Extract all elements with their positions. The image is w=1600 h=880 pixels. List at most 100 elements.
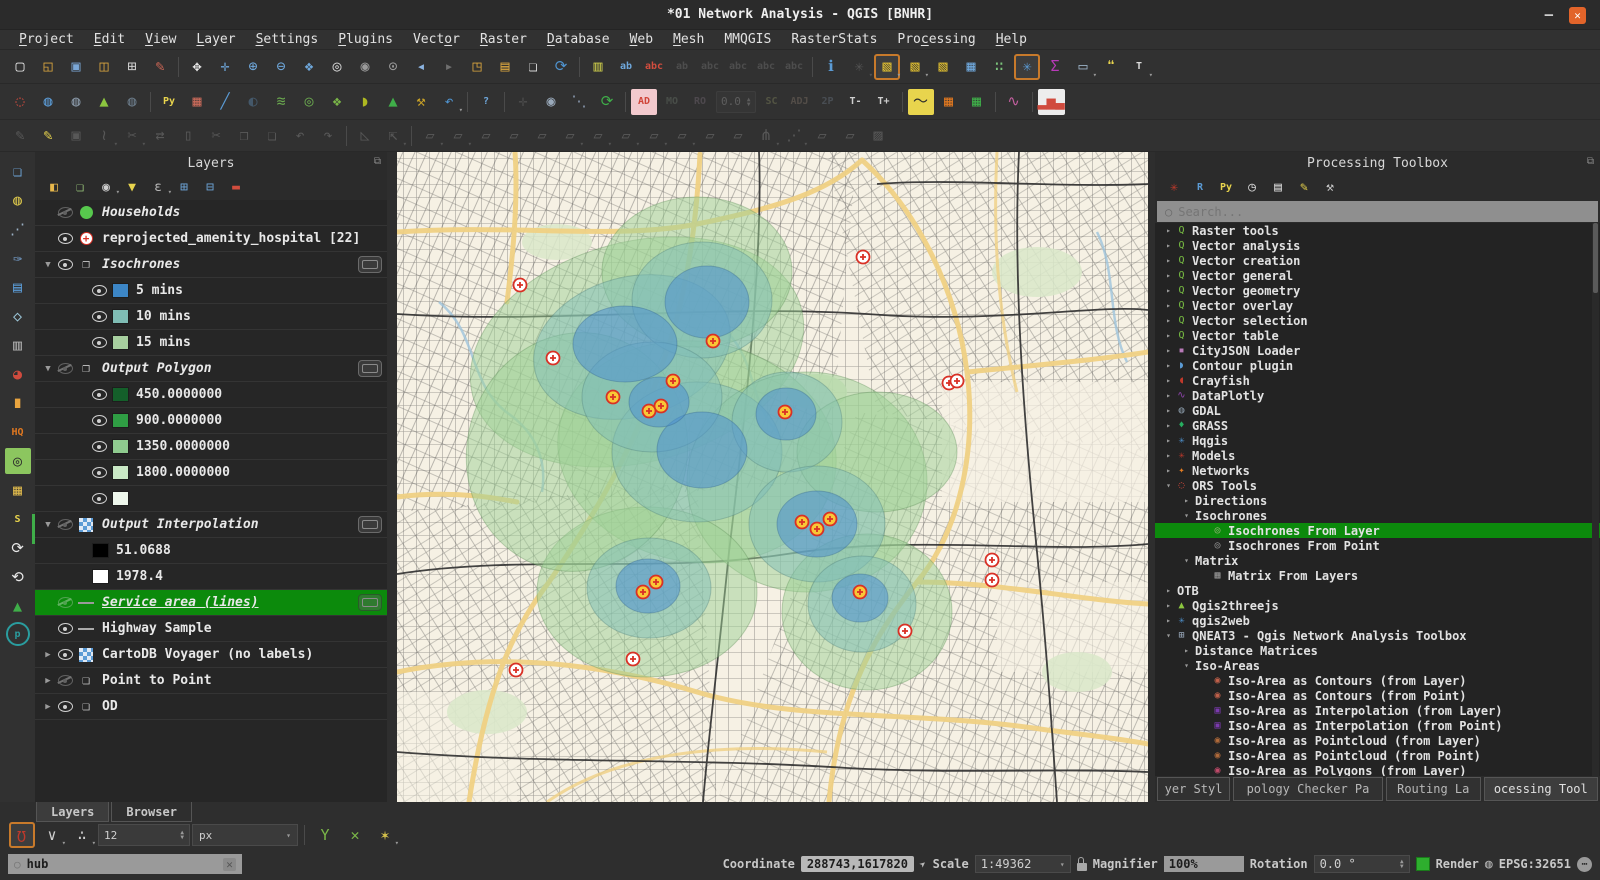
expand-arrow-icon[interactable]: ▸ <box>1163 586 1174 595</box>
gdrive-add-icon[interactable]: ▲ <box>5 593 31 619</box>
qgis2threejs-button[interactable]: ▲ <box>91 89 117 115</box>
ors-route-button[interactable]: 〜 <box>908 89 934 115</box>
select-by-expression-button[interactable]: ▧▾ <box>902 54 928 80</box>
delete-selected-button[interactable]: ▯ <box>175 123 201 149</box>
layer-row-51-0688[interactable]: 51.0688 <box>35 538 387 564</box>
toolbox-item-vector-creation[interactable]: ▸QVector creation <box>1155 253 1600 268</box>
cut-features-button[interactable]: ✂ <box>203 123 229 149</box>
options-wrench-icon[interactable]: ⚒ <box>1318 176 1342 198</box>
expand-all-icon[interactable]: ⊞ <box>172 176 196 198</box>
visibility-toggle[interactable] <box>55 233 75 244</box>
layer-row-cartodb-voyager-no-labels-[interactable]: ▶CartoDB Voyager (no labels) <box>35 642 387 668</box>
zoom-next-button[interactable]: ▸ <box>436 54 462 80</box>
db-manager-icon[interactable]: ▥ <box>5 332 31 358</box>
visibility-toggle[interactable] <box>89 337 109 348</box>
add-table-button[interactable]: ▦ <box>964 89 990 115</box>
osm-place-search-icon[interactable]: ◎ <box>5 448 31 474</box>
label-abc-button[interactable]: abc <box>641 54 667 80</box>
data-source-manager-icon[interactable]: ❏ <box>5 158 31 184</box>
expand-arrow-icon[interactable]: ▶ <box>41 650 55 660</box>
mode-MO-button[interactable]: MO <box>659 89 685 115</box>
expand-arrow-icon[interactable]: ▸ <box>1163 616 1174 625</box>
layer-row-1800-0000000[interactable]: 1800.0000000 <box>35 460 387 486</box>
mini-chart-icon[interactable]: ∎ <box>5 390 31 416</box>
history-icon[interactable]: ◷ <box>1240 176 1264 198</box>
self-snapping-button[interactable]: ✶▾ <box>372 822 398 848</box>
new-bookmark-button[interactable]: ◳ <box>464 54 490 80</box>
magnifier-spinner[interactable]: 100%▲▼ <box>1164 856 1244 872</box>
toolbox-item-models[interactable]: ▸✳Models <box>1155 448 1600 463</box>
toolbox-item-raster-tools[interactable]: ▸QRaster tools <box>1155 223 1600 238</box>
scale-combo[interactable]: 1:49362▾ <box>975 855 1071 873</box>
expand-arrow-icon[interactable]: ▸ <box>1163 331 1174 340</box>
expand-arrow-icon[interactable]: ▸ <box>1163 406 1174 415</box>
simplify-feature-button[interactable]: ▱▾ <box>641 123 667 149</box>
fill-ring-button[interactable]: ▱ <box>473 123 499 149</box>
expand-arrow-icon[interactable]: ▸ <box>1163 271 1174 280</box>
visibility-toggle[interactable] <box>55 363 75 374</box>
build-tool-button[interactable]: ⚒ <box>408 89 434 115</box>
visibility-toggle[interactable] <box>89 285 109 296</box>
osm-place-search-button[interactable]: ◎ <box>296 89 322 115</box>
toolbox-item-gdal[interactable]: ▸◍GDAL <box>1155 403 1600 418</box>
toolbox-item-dataplotly[interactable]: ▸∿DataPlotly <box>1155 388 1600 403</box>
menu-settings[interactable]: Settings <box>247 32 328 47</box>
toolbox-item-iso-area-as-polygons-from-layer-[interactable]: ◉Iso-Area as Polygons (from Layer) <box>1155 763 1600 776</box>
toolbox-item-isochrones[interactable]: ▾Isochrones <box>1155 508 1600 523</box>
layer-row-reprojected-amenity-hospital-22-[interactable]: +reprojected_amenity_hospital [22] <box>35 226 387 252</box>
angle-spin-spinner[interactable]: 0.0▲▼ <box>716 91 756 113</box>
vector-tools-icon[interactable]: ⋰ <box>5 216 31 242</box>
layer-row-households[interactable]: Households <box>35 200 387 226</box>
visibility-toggle[interactable] <box>89 311 109 322</box>
visibility-toggle[interactable] <box>55 675 75 686</box>
rotate-feature-button[interactable]: ▱▾ <box>613 123 639 149</box>
toolbox-item-vector-selection[interactable]: ▸QVector selection <box>1155 313 1600 328</box>
gps-tool-button[interactable]: ◉ <box>538 89 564 115</box>
expand-arrow-icon[interactable]: ▼ <box>41 364 55 374</box>
label-pin-button[interactable]: abc <box>697 54 723 80</box>
crs-value[interactable]: EPSG:32651 <box>1499 857 1571 871</box>
layer-row-450-0000000[interactable]: 450.0000000 <box>35 382 387 408</box>
run-feature-action-button[interactable]: ✳▾ <box>846 54 872 80</box>
expand-arrow-icon[interactable]: ▶ <box>41 702 55 712</box>
zoom-to-layer-button[interactable]: ◉ <box>352 54 378 80</box>
offset-point-symbols-button[interactable]: ▱ <box>837 123 863 149</box>
remove-layer-icon[interactable]: ▬ <box>224 176 248 198</box>
rotation-spinner[interactable]: 0.0 °▲▼ <box>1314 855 1410 873</box>
redo-button[interactable]: ↷ <box>315 123 341 149</box>
edit-in-place-icon[interactable]: ✎ <box>1292 176 1316 198</box>
toggle-editing-button[interactable]: ✎ <box>35 123 61 149</box>
legend-filter-badge[interactable] <box>358 256 382 273</box>
undock-icon[interactable]: ⧉ <box>374 156 381 167</box>
expand-arrow-icon[interactable]: ▸ <box>1163 316 1174 325</box>
offset-curve-button[interactable]: ▱ <box>725 123 751 149</box>
layer-row-1350-0000000[interactable]: 1350.0000000 <box>35 434 387 460</box>
toolbox-item-vector-general[interactable]: ▸QVector general <box>1155 268 1600 283</box>
mode-ADJ-button[interactable]: ADJ <box>787 89 813 115</box>
statistics-button[interactable]: ∷ <box>986 54 1012 80</box>
open-layer-styling-icon[interactable]: ◧ <box>42 176 66 198</box>
hqgis-icon[interactable]: HQ <box>5 419 31 445</box>
pan-map-button[interactable]: ✥ <box>184 54 210 80</box>
mesh-layer-icon[interactable]: ▤ <box>5 274 31 300</box>
deselect-features-button[interactable]: ▧ <box>930 54 956 80</box>
menu-rasterstats[interactable]: RasterStats <box>782 32 886 47</box>
processing-toolbox-button[interactable]: ✳ <box>1014 54 1040 80</box>
mode-SC-button[interactable]: SC <box>759 89 785 115</box>
expand-arrow-icon[interactable]: ▸ <box>1163 346 1174 355</box>
merge-attributes-button[interactable]: ▱▾ <box>585 123 611 149</box>
menu-mmqgis[interactable]: MMQGIS <box>715 32 780 47</box>
metasearch-button[interactable]: ◍ <box>63 89 89 115</box>
contour-plugin-button[interactable]: ◗ <box>352 89 378 115</box>
label-highlight-button[interactable]: ab <box>669 54 695 80</box>
merge-features-button[interactable]: ▱▾ <box>557 123 583 149</box>
menu-web[interactable]: Web <box>621 32 662 47</box>
topological-editing-button[interactable]: Y <box>312 822 338 848</box>
add-web-service-button[interactable]: ◍ <box>35 89 61 115</box>
expand-arrow-icon[interactable]: ▸ <box>1163 451 1174 460</box>
histogram-tool-button[interactable]: ▂▅▃ <box>1038 89 1065 115</box>
locator-search[interactable]: ○ hub ✕ <box>8 854 242 874</box>
save-project-button[interactable]: ▣ <box>63 54 89 80</box>
zoom-in-button[interactable]: ⊕ <box>240 54 266 80</box>
legend-filter-badge[interactable] <box>358 360 382 377</box>
